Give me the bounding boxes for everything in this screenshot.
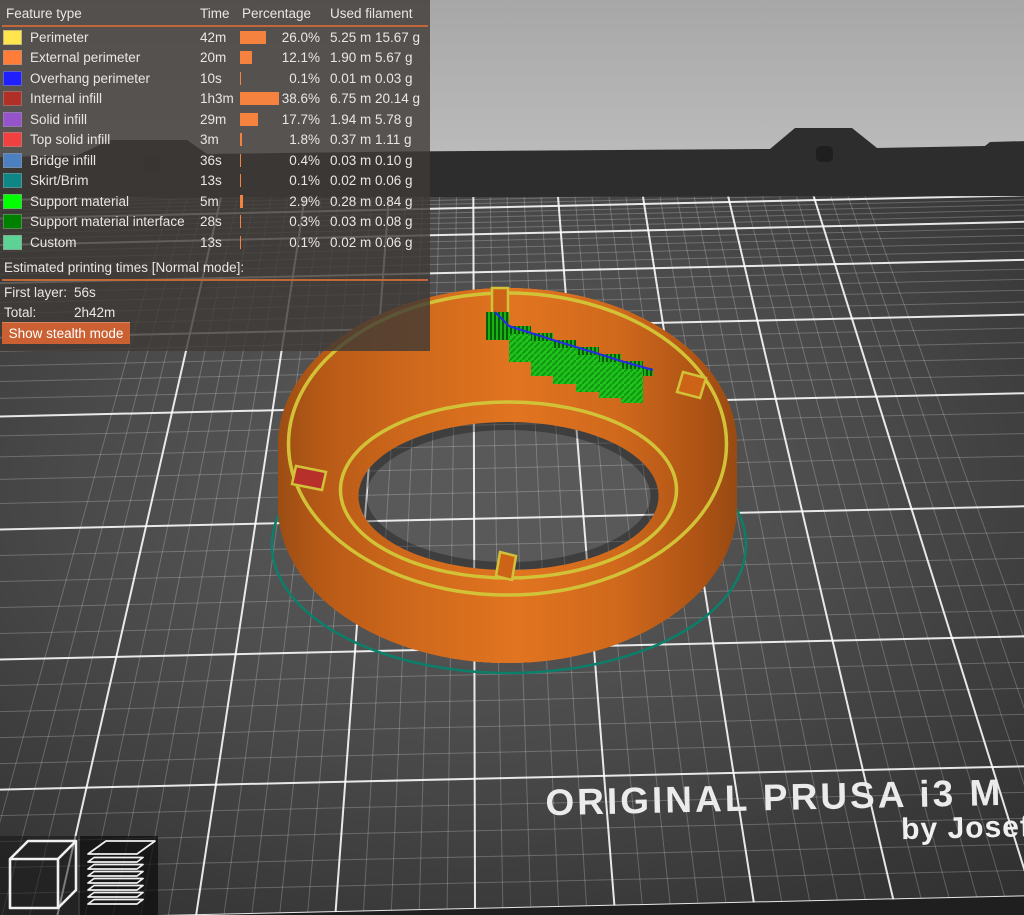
estimated-times-title: Estimated printing times [Normal mode]:	[4, 261, 244, 275]
legend-row: Internal infill 1h3m 38.6% 6.75 m 20.14 g	[0, 89, 430, 109]
legend-row: Overhang perimeter 10s 0.1% 0.01 m 0.03 g	[0, 69, 430, 89]
col-header-filament: Used filament	[330, 7, 413, 21]
feature-color-swatch	[3, 214, 22, 229]
show-stealth-mode-button[interactable]: Show stealth mode	[2, 322, 130, 344]
feature-filament: 0.03 m 0.08 g	[330, 215, 413, 229]
feature-time: 29m	[200, 113, 226, 127]
legend-row: Skirt/Brim 13s 0.1% 0.02 m 0.06 g	[0, 171, 430, 191]
divider	[2, 25, 428, 27]
feature-time: 10s	[200, 72, 222, 86]
feature-percentage: 1.8%	[252, 133, 320, 147]
feature-time: 28s	[200, 215, 222, 229]
feature-color-swatch	[3, 173, 22, 188]
divider	[2, 279, 428, 281]
feature-label: Top solid infill	[30, 133, 110, 147]
col-header-percentage: Percentage	[242, 7, 311, 21]
feature-filament: 0.02 m 0.06 g	[330, 174, 413, 188]
print-legend-panel: Feature type Time Percentage Used filame…	[0, 0, 430, 351]
feature-label: Skirt/Brim	[30, 174, 89, 188]
feature-color-swatch	[3, 112, 22, 127]
layers-preview-view-button[interactable]	[80, 836, 158, 915]
feature-time: 5m	[200, 195, 219, 209]
feature-color-swatch	[3, 50, 22, 65]
feature-percentage: 2.9%	[252, 195, 320, 209]
legend-row: Support material interface 28s 0.3% 0.03 m …	[0, 212, 430, 232]
feature-filament: 0.28 m 0.84 g	[330, 195, 413, 209]
feature-percentage: 0.1%	[252, 174, 320, 188]
feature-label: Custom	[30, 236, 77, 250]
feature-time: 36s	[200, 154, 222, 168]
feature-filament: 0.02 m 0.06 g	[330, 236, 413, 250]
cube-icon	[0, 836, 78, 915]
percentage-bar	[240, 51, 252, 64]
feature-time: 13s	[200, 236, 222, 250]
legend-row: Perimeter 42m 26.0% 5.25 m 15.67 g	[0, 28, 430, 48]
feature-color-swatch	[3, 194, 22, 209]
percentage-bar	[240, 133, 242, 146]
feature-percentage: 17.7%	[252, 113, 320, 127]
percentage-bar	[240, 215, 241, 228]
slicer-preview-window: ORIGINAL PRUSA i3 M by Josef	[0, 0, 1024, 915]
feature-label: Perimeter	[30, 31, 89, 45]
feature-filament: 6.75 m 20.14 g	[330, 92, 420, 106]
feature-percentage: 0.1%	[252, 236, 320, 250]
legend-row: External perimeter 20m 12.1% 1.90 m 5.67 g	[0, 48, 430, 68]
feature-filament: 1.90 m 5.67 g	[330, 51, 413, 65]
percentage-bar	[240, 195, 243, 208]
feature-filament: 0.01 m 0.03 g	[330, 72, 413, 86]
first-layer-value: 56s	[74, 286, 96, 300]
feature-percentage: 12.1%	[252, 51, 320, 65]
legend-row: Solid infill 29m 17.7% 1.94 m 5.78 g	[0, 110, 430, 130]
percentage-bar	[240, 174, 241, 187]
legend-row: Custom 13s 0.1% 0.02 m 0.06 g	[0, 233, 430, 253]
bed-knob	[816, 146, 833, 162]
percentage-bar	[240, 72, 241, 85]
feature-label: Solid infill	[30, 113, 87, 127]
feature-time: 1h3m	[200, 92, 234, 106]
feature-time: 3m	[200, 133, 219, 147]
feature-color-swatch	[3, 235, 22, 250]
feature-time: 20m	[200, 51, 226, 65]
total-time-label: Total:	[4, 306, 36, 320]
feature-color-swatch	[3, 153, 22, 168]
bed-byline-text: by Josef	[901, 810, 1024, 846]
feature-label: Overhang perimeter	[30, 72, 150, 86]
feature-filament: 1.94 m 5.78 g	[330, 113, 413, 127]
feature-label: Internal infill	[30, 92, 102, 106]
percentage-bar	[240, 154, 241, 167]
legend-row: Support material 5m 2.9% 0.28 m 0.84 g	[0, 192, 430, 212]
legend-row: Top solid infill 3m 1.8% 0.37 m 1.11 g	[0, 130, 430, 150]
feature-filament: 5.25 m 15.67 g	[330, 31, 420, 45]
col-header-feature: Feature type	[6, 7, 82, 21]
feature-color-swatch	[3, 91, 22, 106]
3d-editor-view-button[interactable]	[0, 836, 78, 915]
percentage-bar	[240, 236, 241, 249]
layers-icon	[80, 836, 158, 915]
feature-time: 13s	[200, 174, 222, 188]
feature-filament: 0.37 m 1.11 g	[330, 133, 412, 147]
feature-label: Bridge infill	[30, 154, 96, 168]
first-layer-label: First layer:	[4, 286, 67, 300]
feature-percentage: 0.4%	[252, 154, 320, 168]
feature-percentage: 0.1%	[252, 72, 320, 86]
feature-percentage: 26.0%	[252, 31, 320, 45]
feature-filament: 0.03 m 0.10 g	[330, 154, 413, 168]
feature-time: 42m	[200, 31, 226, 45]
legend-row: Bridge infill 36s 0.4% 0.03 m 0.10 g	[0, 151, 430, 171]
feature-color-swatch	[3, 71, 22, 86]
feature-percentage: 0.3%	[252, 215, 320, 229]
feature-color-swatch	[3, 132, 22, 147]
feature-label: Support material	[30, 195, 129, 209]
total-time-value: 2h42m	[74, 306, 115, 320]
feature-label: Support material interface	[30, 215, 185, 229]
feature-percentage: 38.6%	[252, 92, 320, 106]
feature-label: External perimeter	[30, 51, 140, 65]
feature-color-swatch	[3, 30, 22, 45]
col-header-time: Time	[200, 7, 230, 21]
